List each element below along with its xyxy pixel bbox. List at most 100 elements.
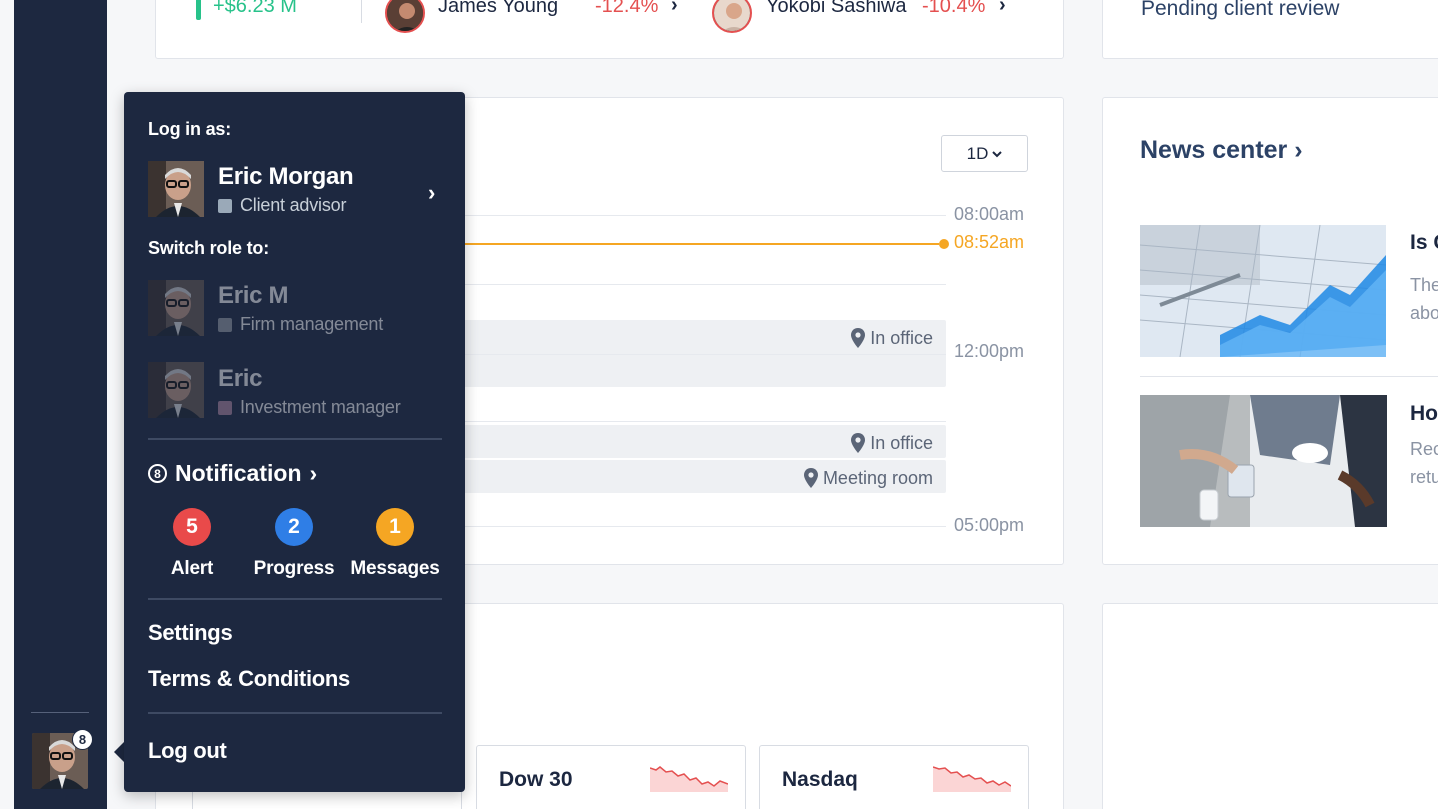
- spreadsheet-chart-photo-icon: [1140, 225, 1386, 357]
- client-photo-icon: [714, 0, 750, 31]
- news-headline[interactable]: Ho: [1410, 402, 1438, 426]
- user-role: Firm management: [218, 314, 383, 335]
- stat-alert[interactable]: 5 Alert: [142, 508, 242, 580]
- window-edge: [0, 0, 14, 809]
- time-gridline: [461, 421, 946, 422]
- chevron-right-icon[interactable]: ›: [999, 0, 1006, 17]
- stat-progress[interactable]: 2 Progress: [244, 508, 344, 580]
- avatar-photo-icon: [148, 362, 204, 418]
- news-divider: [1140, 376, 1438, 377]
- user-menu: Log in as: Eric Morgan Client advisor › …: [124, 92, 465, 792]
- time-gridline: [461, 526, 946, 527]
- user-name: Eric Morgan: [218, 163, 354, 190]
- user-avatar: [148, 362, 204, 418]
- news-center-link[interactable]: News center ›: [1140, 136, 1303, 165]
- avatar-photo-icon: [148, 161, 204, 217]
- performance-indicator: [196, 0, 201, 20]
- avatar-photo-icon: [148, 280, 204, 336]
- index-tile-nasdaq[interactable]: Nasdaq: [759, 745, 1029, 809]
- empty-card: [1102, 603, 1438, 809]
- sidebar-notification-badge: 8: [72, 729, 93, 750]
- menu-pointer: [114, 742, 124, 762]
- index-label: Dow 30: [499, 768, 573, 791]
- menu-divider: [148, 438, 442, 440]
- terms-link[interactable]: Terms & Conditions: [148, 666, 350, 692]
- user-role: Investment manager: [218, 397, 401, 418]
- progress-count: 2: [275, 508, 313, 546]
- event-location: In office: [870, 433, 933, 453]
- stat-label: Alert: [170, 558, 214, 579]
- client-change: -12.4%: [595, 0, 659, 17]
- stat-label: Progress: [253, 558, 335, 579]
- sparkline-icon: [933, 766, 1011, 792]
- user-avatar: [148, 161, 204, 217]
- news-excerpt: retu: [1410, 467, 1438, 487]
- news-headline[interactable]: Is C: [1410, 231, 1438, 255]
- time-gridline: [461, 354, 946, 355]
- time-label: 08:00am: [954, 204, 1025, 224]
- news-excerpt: The: [1410, 275, 1438, 295]
- range-selector[interactable]: 1D: [941, 135, 1028, 172]
- chevron-right-icon: ›: [309, 460, 318, 486]
- news-excerpt: abo: [1410, 303, 1438, 323]
- menu-divider: [148, 712, 442, 714]
- current-time-label: 08:52am: [954, 232, 1025, 252]
- role-user-name: Eric M: [218, 282, 289, 309]
- pending-review-card: Pending client review: [1102, 0, 1438, 59]
- menu-divider: [148, 598, 442, 600]
- sidebar-divider: [31, 712, 89, 713]
- chevron-right-icon[interactable]: ›: [428, 180, 435, 206]
- chevron-down-icon: [992, 150, 1003, 157]
- messages-count: 1: [376, 508, 414, 546]
- notification-label: Notification: [175, 460, 302, 486]
- event-location: In office: [870, 328, 933, 348]
- news-image[interactable]: [1140, 225, 1386, 357]
- sidebar: 8: [14, 0, 107, 809]
- client-name[interactable]: James Young: [438, 0, 558, 18]
- role-label: Client advisor: [240, 195, 347, 215]
- logout-link[interactable]: Log out: [148, 738, 227, 764]
- strip-divider: [361, 0, 362, 23]
- notification-link[interactable]: 8 Notification ›: [148, 460, 317, 487]
- index-tile-dow[interactable]: Dow 30: [476, 745, 746, 809]
- user-avatar: [148, 280, 204, 336]
- sparkline-icon: [650, 766, 728, 792]
- stat-messages[interactable]: 1 Messages: [345, 508, 445, 580]
- location-pin-icon: [803, 468, 818, 488]
- client-photo-icon: [387, 0, 423, 31]
- calendar-event[interactable]: In office: [461, 425, 946, 458]
- current-time-line: [461, 243, 939, 245]
- news-excerpt: Rec: [1410, 439, 1438, 459]
- performance-value: +$6.23 M: [213, 0, 297, 17]
- role-color-swatch: [218, 198, 232, 213]
- pending-review-link[interactable]: Pending client review: [1141, 0, 1339, 21]
- meeting-photo-icon: [1140, 395, 1387, 527]
- calendar-event[interactable]: Meeting room: [461, 460, 946, 493]
- role-color-swatch: [218, 317, 232, 332]
- client-name[interactable]: Yokobi Sashiwa: [766, 0, 906, 18]
- login-heading: Log in as:: [148, 119, 231, 139]
- chevron-right-icon[interactable]: ›: [671, 0, 678, 17]
- location-pin-icon: [851, 433, 866, 453]
- switch-role-heading: Switch role to:: [148, 238, 270, 258]
- time-label: 12:00pm: [954, 341, 1025, 361]
- notification-count-icon: 8: [148, 464, 167, 483]
- time-gridline: [461, 215, 946, 216]
- time-label: 05:00pm: [954, 515, 1025, 535]
- news-title: News center: [1140, 136, 1288, 164]
- chevron-right-icon: ›: [1294, 136, 1303, 164]
- settings-link[interactable]: Settings: [148, 620, 233, 646]
- news-card: News center › Is C The abo: [1102, 97, 1438, 565]
- location-pin-icon: [851, 328, 866, 348]
- news-image[interactable]: [1140, 395, 1387, 527]
- event-location: Meeting room: [822, 468, 933, 488]
- role-label: Investment manager: [240, 397, 401, 417]
- index-label: Nasdaq: [782, 768, 858, 791]
- client-change: -10.4%: [922, 0, 986, 17]
- client-avatar: [712, 0, 752, 33]
- time-gridline: [461, 284, 946, 285]
- range-label: 1D: [966, 143, 989, 163]
- role-color-swatch: [218, 400, 232, 415]
- client-avatar: [385, 0, 425, 33]
- user-role: Client advisor: [218, 195, 346, 216]
